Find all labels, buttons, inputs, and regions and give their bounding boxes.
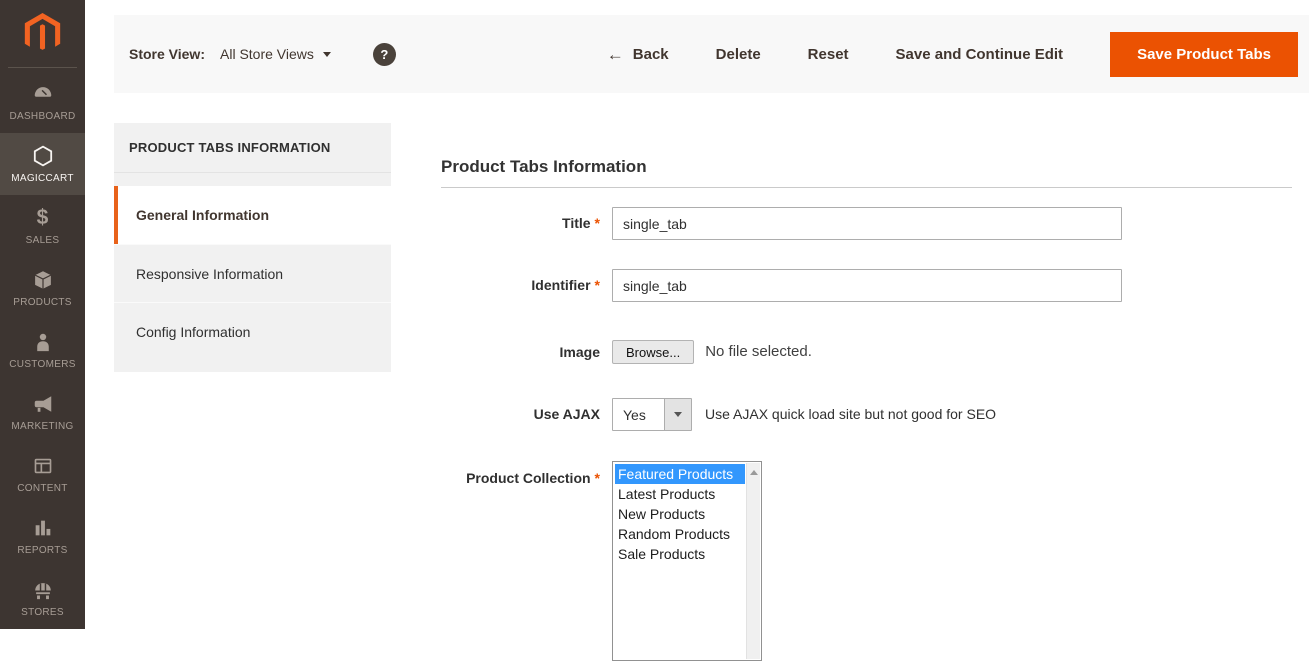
sidebar-item-reports[interactable]: REPORTS (0, 505, 85, 567)
option-random-products[interactable]: Random Products (615, 524, 745, 544)
required-mark: * (595, 215, 600, 231)
sidebar-nav: DASHBOARD MAGICCART $ SALES PR (0, 71, 85, 629)
required-mark: * (595, 277, 600, 293)
image-label: Image (441, 340, 600, 364)
title-divider (441, 187, 1292, 188)
product-collection-select: Featured Products Latest Products New Pr… (612, 461, 762, 661)
action-buttons: ← Back Delete Reset Save and Continue Ed… (607, 32, 1309, 77)
identifier-input[interactable] (612, 269, 1122, 302)
use-ajax-label: Use AJAX (441, 398, 600, 431)
sidebar-item-label: REPORTS (17, 545, 67, 556)
sidebar-item-magiccart[interactable]: MAGICCART (0, 133, 85, 195)
tab-config-information[interactable]: Config Information (114, 302, 391, 360)
back-button-label: Back (633, 46, 669, 63)
sidebar-item-stores[interactable]: STORES (0, 567, 85, 629)
sidebar-item-sales[interactable]: $ SALES (0, 195, 85, 257)
tab-general-information[interactable]: General Information (114, 186, 391, 244)
sidebar-item-label: MARKETING (11, 421, 73, 432)
customers-icon (32, 330, 54, 354)
sidebar-item-label: DASHBOARD (9, 111, 75, 122)
sidebar-item-products[interactable]: PRODUCTS (0, 257, 85, 319)
sidebar-item-label: PRODUCTS (13, 297, 72, 308)
option-new-products[interactable]: New Products (615, 504, 745, 524)
page-title: Product Tabs Information (441, 157, 647, 177)
sidebar-item-label: MAGICCART (11, 173, 74, 184)
identifier-row: Identifier* (441, 269, 1122, 302)
option-latest-products[interactable]: Latest Products (615, 484, 745, 504)
sales-icon: $ (37, 206, 49, 230)
option-sale-products[interactable]: Sale Products (615, 544, 745, 564)
reset-button[interactable]: Reset (808, 46, 849, 63)
marketing-icon (32, 392, 54, 416)
admin-sidebar: DASHBOARD MAGICCART $ SALES PR (0, 0, 85, 629)
sidebar-divider (8, 67, 77, 68)
stores-icon (32, 578, 54, 602)
sidebar-item-marketing[interactable]: MARKETING (0, 381, 85, 443)
use-ajax-select[interactable]: Yes (612, 398, 692, 431)
sidebar-item-dashboard[interactable]: DASHBOARD (0, 71, 85, 133)
select-arrow-box[interactable] (664, 399, 691, 430)
dashboard-icon (32, 82, 54, 106)
identifier-label: Identifier* (441, 269, 600, 302)
store-view-label: Store View: (129, 46, 205, 62)
product-collection-row: Product Collection* Featured Products La… (441, 461, 762, 661)
save-product-tabs-button[interactable]: Save Product Tabs (1110, 32, 1298, 77)
option-featured-products[interactable]: Featured Products (615, 464, 745, 484)
sidebar-item-label: SALES (26, 235, 60, 246)
products-icon (32, 268, 54, 292)
panel-header: PRODUCT TABS INFORMATION (114, 123, 391, 173)
magiccart-icon (31, 144, 55, 168)
back-button[interactable]: ← Back (607, 46, 669, 63)
scrollbar-up-icon (750, 470, 758, 475)
title-row: Title* (441, 207, 1122, 240)
back-arrow-icon: ← (607, 47, 624, 62)
use-ajax-note: Use AJAX quick load site but not good fo… (705, 398, 996, 431)
product-collection-label: Product Collection* (441, 461, 600, 486)
title-input[interactable] (612, 207, 1122, 240)
delete-button[interactable]: Delete (716, 46, 761, 63)
chevron-down-icon (674, 412, 682, 417)
store-view-value[interactable]: All Store Views (220, 46, 314, 62)
select-scrollbar[interactable] (746, 463, 760, 659)
store-view-switcher: Store View: All Store Views ? (129, 43, 396, 66)
browse-button[interactable]: Browse... (612, 340, 694, 364)
save-and-continue-button[interactable]: Save and Continue Edit (896, 46, 1064, 63)
sidebar-item-content[interactable]: CONTENT (0, 443, 85, 505)
sidebar-item-label: CONTENT (17, 483, 67, 494)
content-icon (32, 454, 54, 478)
panel-spacer (114, 173, 391, 186)
sidebar-item-customers[interactable]: CUSTOMERS (0, 319, 85, 381)
help-icon[interactable]: ? (373, 43, 396, 66)
title-label: Title* (441, 207, 600, 240)
use-ajax-selected-value: Yes (613, 399, 664, 430)
use-ajax-row: Use AJAX Yes Use AJAX quick load site bu… (441, 398, 996, 431)
reports-icon (32, 516, 54, 540)
chevron-down-icon[interactable] (323, 52, 331, 57)
sidebar-item-label: CUSTOMERS (9, 359, 75, 370)
image-row: Image Browse... No file selected. (441, 340, 812, 364)
file-status-text: No file selected. (705, 340, 812, 364)
sidebar-item-label: STORES (21, 607, 64, 618)
tab-responsive-information[interactable]: Responsive Information (114, 244, 391, 302)
magento-logo-icon[interactable] (0, 0, 85, 67)
page-actions-toolbar: Store View: All Store Views ? ← Back Del… (114, 15, 1309, 93)
required-mark: * (595, 470, 600, 486)
section-tabs-panel: PRODUCT TABS INFORMATION General Informa… (114, 123, 391, 372)
